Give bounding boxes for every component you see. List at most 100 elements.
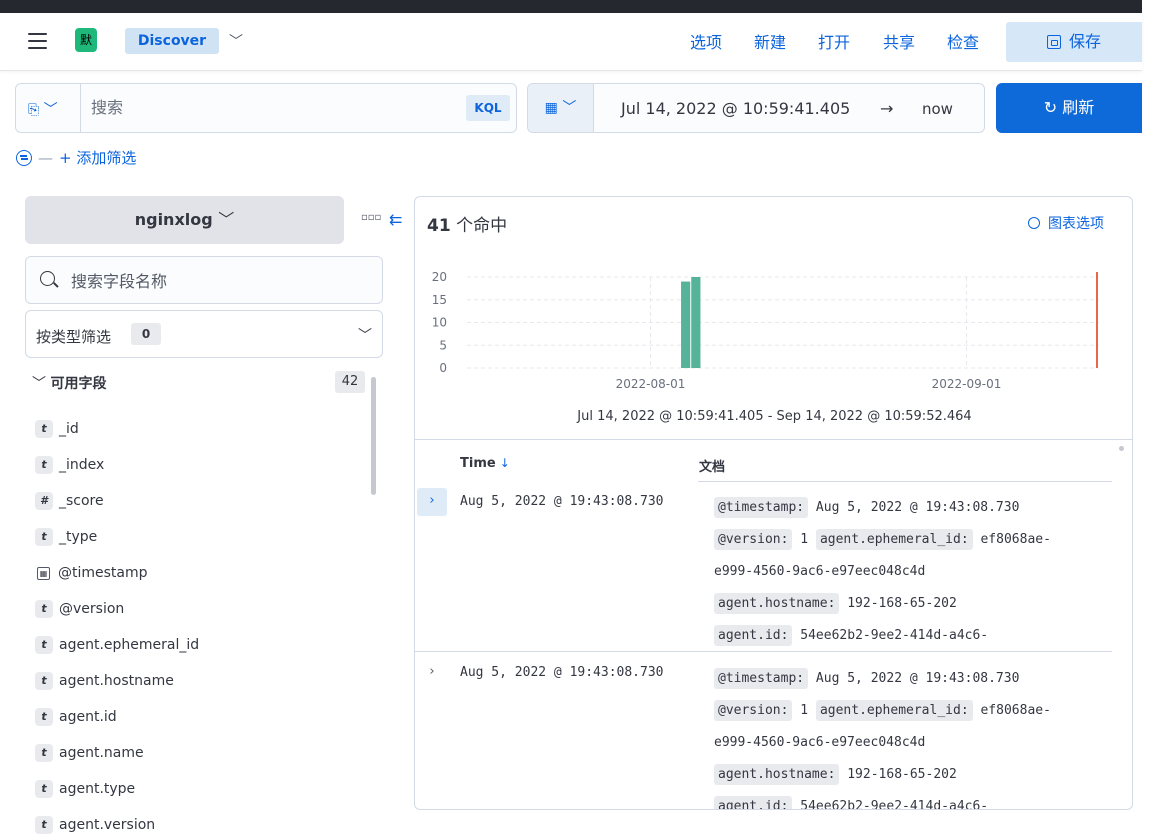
menu-new[interactable]: 新建: [754, 29, 786, 53]
y-tick-label: 15: [432, 293, 447, 307]
field-item[interactable]: t agent.type: [35, 771, 199, 807]
string-type-icon: t: [35, 672, 53, 690]
histogram-bar: [681, 281, 691, 368]
field-item[interactable]: # _score: [35, 483, 199, 519]
divider: [698, 481, 1112, 482]
filter-icon[interactable]: [16, 150, 32, 166]
field-item[interactable]: t agent.name: [35, 735, 199, 771]
table-row: › Aug 5, 2022 @ 19:43:08.730 @timestamp:…: [415, 488, 1115, 648]
doc-value: e999-4560-9ac6-e97eec048c4d: [714, 564, 926, 579]
app-breadcrumb[interactable]: Discover: [125, 28, 219, 54]
hits-number: 41: [427, 216, 451, 236]
query-bar: ⎘ ﹀ KQL: [15, 83, 517, 133]
field-name: _score: [59, 493, 104, 509]
collapse-sidebar-icon[interactable]: ⇇: [389, 210, 402, 229]
field-name: agent.name: [59, 745, 144, 761]
end-date[interactable]: now: [922, 100, 953, 118]
type-filter-dropdown[interactable]: 按类型筛选 0 ﹀: [25, 310, 383, 358]
field-item[interactable]: t @version: [35, 591, 199, 627]
start-date[interactable]: Jul 14, 2022 @ 10:59:41.405: [621, 99, 850, 118]
saved-query-icon[interactable]: ⎘ ﹀: [28, 99, 58, 119]
type-filter-count: 0: [131, 323, 161, 345]
refresh-button[interactable]: ↻ 刷新: [996, 83, 1142, 133]
chart-options-button[interactable]: 图表选项: [1028, 213, 1104, 233]
top-strip: [0, 0, 1142, 13]
column-document: 文档: [699, 460, 726, 475]
refresh-label: 刷新: [1062, 98, 1095, 117]
available-fields-label: 可用字段: [50, 376, 107, 392]
calendar-icon: ▦: [37, 566, 50, 580]
field-name: agent.type: [59, 781, 136, 797]
chevron-down-icon[interactable]: ﹀: [229, 31, 243, 51]
doc-value: 192-168-65-202: [847, 596, 957, 611]
row-time: Aug 5, 2022 @ 19:43:08.730: [460, 665, 664, 680]
doc-key: agent.hostname:: [714, 593, 840, 614]
calendar-icon[interactable]: ▦ ﹀: [528, 84, 594, 132]
table-scrollbar[interactable]: [1119, 446, 1124, 451]
field-search: [25, 256, 383, 304]
string-type-icon: t: [35, 708, 53, 726]
search-input[interactable]: [91, 93, 451, 121]
row-document: @timestamp: Aug 5, 2022 @ 19:43:08.730 @…: [714, 663, 1109, 809]
hits-label: 个命中: [456, 216, 508, 236]
index-pattern-selector[interactable]: nginxlog ﹀: [25, 196, 344, 244]
doc-key: agent.hostname:: [714, 764, 840, 785]
string-type-icon: t: [35, 816, 53, 834]
filter-row: — + 添加筛选: [16, 147, 136, 171]
field-item[interactable]: t agent.id: [35, 699, 199, 735]
save-label: 保存: [1068, 32, 1101, 51]
chevron-down-icon: ﹀: [32, 376, 51, 392]
sort-down-icon[interactable]: ↓: [500, 456, 510, 470]
menu-icon[interactable]: [28, 33, 47, 49]
expand-row-icon[interactable]: ›: [417, 659, 447, 687]
field-item[interactable]: t _id: [35, 411, 199, 447]
expand-row-icon[interactable]: ›: [417, 488, 447, 516]
column-time[interactable]: Time ↓: [460, 456, 510, 471]
kql-toggle[interactable]: KQL: [466, 95, 510, 121]
doc-value: e999-4560-9ac6-e97eec048c4d: [714, 735, 926, 750]
doc-key: @version:: [714, 529, 793, 550]
field-name: _index: [59, 457, 105, 473]
field-name: _type: [59, 529, 98, 545]
field-item[interactable]: ▦ @timestamp: [35, 555, 199, 591]
hits-count: 41 个命中: [427, 211, 507, 236]
menu-share[interactable]: 共享: [883, 29, 915, 53]
string-type-icon: t: [35, 744, 53, 762]
available-fields-count: 42: [335, 371, 365, 393]
field-item[interactable]: t _index: [35, 447, 199, 483]
gear-icon: [1028, 217, 1040, 229]
sidebar-scrollbar[interactable]: [371, 377, 376, 495]
row-time: Aug 5, 2022 @ 19:43:08.730: [460, 494, 664, 509]
add-filter-button[interactable]: + 添加筛选: [59, 149, 136, 167]
menu-open[interactable]: 打开: [818, 29, 850, 53]
histogram-bar: [691, 277, 701, 368]
type-filter-label: 按类型筛选: [36, 328, 112, 346]
more-options-icon[interactable]: ▫▫▫: [361, 212, 381, 223]
doc-key: agent.ephemeral_id:: [815, 700, 973, 721]
field-item[interactable]: t agent.hostname: [35, 663, 199, 699]
field-name: @timestamp: [58, 565, 148, 581]
doc-value: ef8068ae-: [980, 703, 1051, 718]
index-pattern-name: nginxlog: [134, 210, 213, 229]
doc-value: 1: [800, 703, 809, 718]
field-item[interactable]: t agent.ephemeral_id: [35, 627, 199, 663]
field-name: agent.version: [59, 817, 156, 833]
menu-inspect[interactable]: 检查: [947, 29, 979, 53]
available-fields-toggle[interactable]: ﹀ 可用字段: [32, 373, 106, 393]
table-header: Time ↓ 文档: [415, 439, 1132, 481]
field-item[interactable]: t agent.version: [35, 807, 199, 836]
field-search-input[interactable]: [71, 267, 371, 295]
doc-value: ef8068ae-: [980, 532, 1051, 547]
save-button[interactable]: 保存: [1006, 22, 1142, 62]
field-name: _id: [59, 421, 79, 437]
doc-key: @timestamp:: [714, 668, 809, 689]
field-item[interactable]: t _type: [35, 519, 199, 555]
doc-key: agent.id:: [714, 625, 793, 646]
x-tick-label: 2022-08-01: [616, 377, 686, 391]
string-type-icon: t: [35, 636, 53, 654]
chevron-down-icon: ﹀: [358, 328, 372, 344]
arrow-right-icon: →: [880, 99, 894, 118]
space-avatar[interactable]: 默: [75, 28, 97, 52]
doc-key: @timestamp:: [714, 497, 809, 518]
menu-options[interactable]: 选项: [690, 29, 722, 53]
